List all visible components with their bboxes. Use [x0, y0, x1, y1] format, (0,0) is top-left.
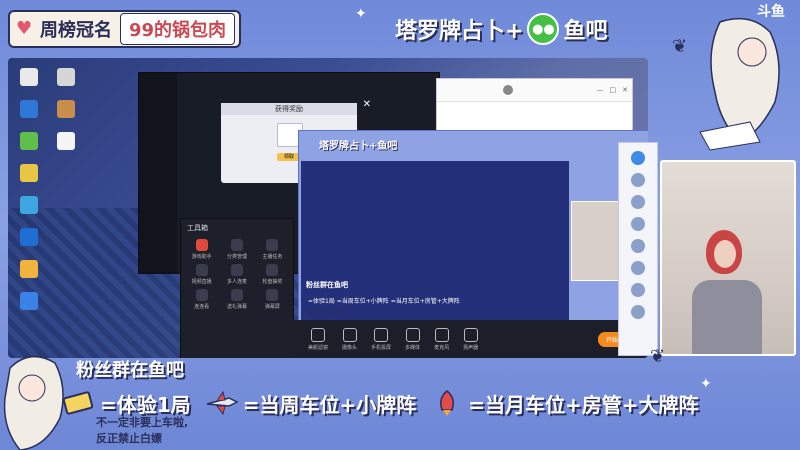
media-icon	[405, 327, 420, 342]
desktop-app-icon[interactable]	[20, 260, 38, 278]
speaker-icon	[463, 327, 478, 342]
toolbar-camera[interactable]: 摄像头	[342, 327, 357, 351]
desktop-app-icon[interactable]	[20, 100, 38, 118]
avatar[interactable]	[503, 85, 513, 95]
app-avatar[interactable]	[631, 151, 645, 165]
desktop-app-icon[interactable]	[20, 68, 38, 86]
stream-toolbar: 美颜滤镜 摄像头 手机投屏 多媒体 麦克风 扬声器 开始直播	[292, 320, 648, 358]
sponsor-name: 99的锅包肉	[120, 13, 236, 45]
microphone-icon	[434, 327, 449, 342]
tarot-banner: 塔罗牌占卜+ ●● 鱼吧	[395, 13, 608, 45]
anime-girl-decoration-bottom	[3, 355, 64, 450]
app-avatar[interactable]	[631, 239, 645, 253]
note-line-1: 不一定非要上车啦,	[96, 416, 189, 429]
menu-item[interactable]: 连连看	[185, 289, 218, 310]
rocket-icon	[440, 390, 455, 416]
menu-item[interactable]: 视频直播	[185, 264, 218, 285]
rule-item: =当月车位+房管+大牌阵	[430, 389, 698, 418]
video-icon	[195, 264, 208, 276]
desktop-icon-column-2	[52, 62, 80, 158]
mic-link-icon	[230, 264, 243, 276]
beauty-icon	[311, 327, 325, 342]
fishbar-banner-text: 鱼吧	[563, 19, 608, 44]
butterfly-icon: ❦	[672, 36, 688, 57]
app-avatar[interactable]	[631, 173, 645, 187]
toolbar-beauty[interactable]: 美颜滤镜	[308, 327, 328, 351]
preview-fishbar-text: 鱼吧	[377, 141, 398, 152]
menu-item[interactable]: 弹幕屏	[256, 289, 289, 310]
toolbar-phone-cast[interactable]: 手机投屏	[371, 327, 391, 351]
streamer-body	[692, 280, 762, 354]
desktop-app-icon[interactable]	[57, 100, 75, 118]
toolbar-mic[interactable]: 麦克风	[434, 327, 449, 351]
game-helper-icon	[195, 239, 208, 251]
desktop-app-icon[interactable]	[20, 196, 38, 214]
heart-icon: ♥	[16, 18, 33, 39]
menu-item[interactable]: 游戏助手	[185, 239, 218, 260]
tarot-banner-text: 塔罗牌占卜+	[395, 19, 524, 44]
maximize-icon[interactable]: □	[610, 86, 617, 94]
sparkle-icon: ✦	[355, 6, 367, 22]
menu-item[interactable]: 送礼弹幕	[220, 289, 253, 310]
streamer-camera-feed	[660, 160, 796, 356]
captured-desktop-screen: 获得奖励 领取 ✕ 开始 — □ ✕ 塔罗牌占卜+鱼吧 粉丝群在鱼吧 =体验1局…	[8, 58, 648, 358]
desktop-app-icon[interactable]	[20, 132, 38, 150]
toolbar-media[interactable]: 多媒体	[405, 327, 420, 351]
app-avatar[interactable]	[631, 261, 645, 275]
game-sidebar	[139, 73, 177, 273]
desktop-app-icon[interactable]	[57, 68, 75, 86]
rule-text: =当周车位+小牌阵	[242, 392, 417, 417]
menu-item[interactable]: 多人连麦	[220, 264, 253, 285]
menu-item[interactable]: 分类管理	[220, 239, 253, 260]
category-icon	[230, 239, 243, 251]
gift-icon	[230, 289, 243, 301]
streamer-face	[714, 240, 736, 268]
desktop-app-icon[interactable]	[57, 132, 75, 150]
danmaku-icon	[266, 289, 279, 301]
rule-item: =当周车位+小牌阵	[205, 389, 417, 418]
side-app-strip	[618, 142, 658, 356]
fans-group-title: 粉丝群在鱼吧	[76, 360, 184, 381]
close-icon[interactable]: ✕	[622, 86, 628, 94]
camera-icon	[342, 327, 357, 342]
desktop-app-icon[interactable]	[20, 228, 38, 246]
preview-banner-text: 塔罗牌占卜+	[319, 141, 378, 152]
anime-girl-decoration-top	[699, 17, 780, 151]
menu-item[interactable]: 轮盘抽奖	[256, 264, 289, 285]
link-game-icon	[195, 289, 208, 301]
minimize-icon[interactable]: —	[597, 86, 604, 94]
desktop-icon-column	[8, 62, 50, 318]
app-avatar[interactable]	[631, 195, 645, 209]
wheel-icon	[266, 264, 279, 276]
task-icon	[266, 239, 279, 251]
menu-item[interactable]: 主播任务	[256, 239, 289, 260]
toolbar-speaker[interactable]: 扬声器	[463, 327, 478, 351]
rule-text: =当月车位+房管+大牌阵	[468, 392, 699, 417]
app-titlebar: — □ ✕	[437, 79, 632, 102]
toolbox-title: 工具箱	[187, 224, 208, 232]
note-line-2: 反正禁止白嫖	[96, 432, 162, 445]
phone-cast-icon	[374, 327, 389, 342]
popup-title: 获得奖励	[221, 103, 357, 115]
ticket-icon	[62, 391, 94, 415]
app-avatar[interactable]	[631, 217, 645, 231]
app-avatar[interactable]	[631, 283, 645, 297]
desktop-app-icon[interactable]	[20, 292, 38, 310]
app-avatar[interactable]	[631, 305, 645, 319]
desktop-app-icon[interactable]	[20, 164, 38, 182]
toolbox-menu: 工具箱 游戏助手 分类管理 主播任务 视频直播 多人连麦 轮盘抽奖 连连看 送礼…	[180, 218, 294, 358]
rocket-plane-icon	[206, 390, 239, 416]
butterfly-icon: ❦	[650, 346, 666, 367]
weekly-sponsor-banner: ♥ 周榜冠名 99的锅包肉	[8, 10, 242, 48]
preview-banner: 塔罗牌占卜+鱼吧	[319, 137, 397, 152]
close-icon[interactable]: ✕	[363, 99, 371, 110]
wechat-icon: ●●	[527, 13, 560, 45]
